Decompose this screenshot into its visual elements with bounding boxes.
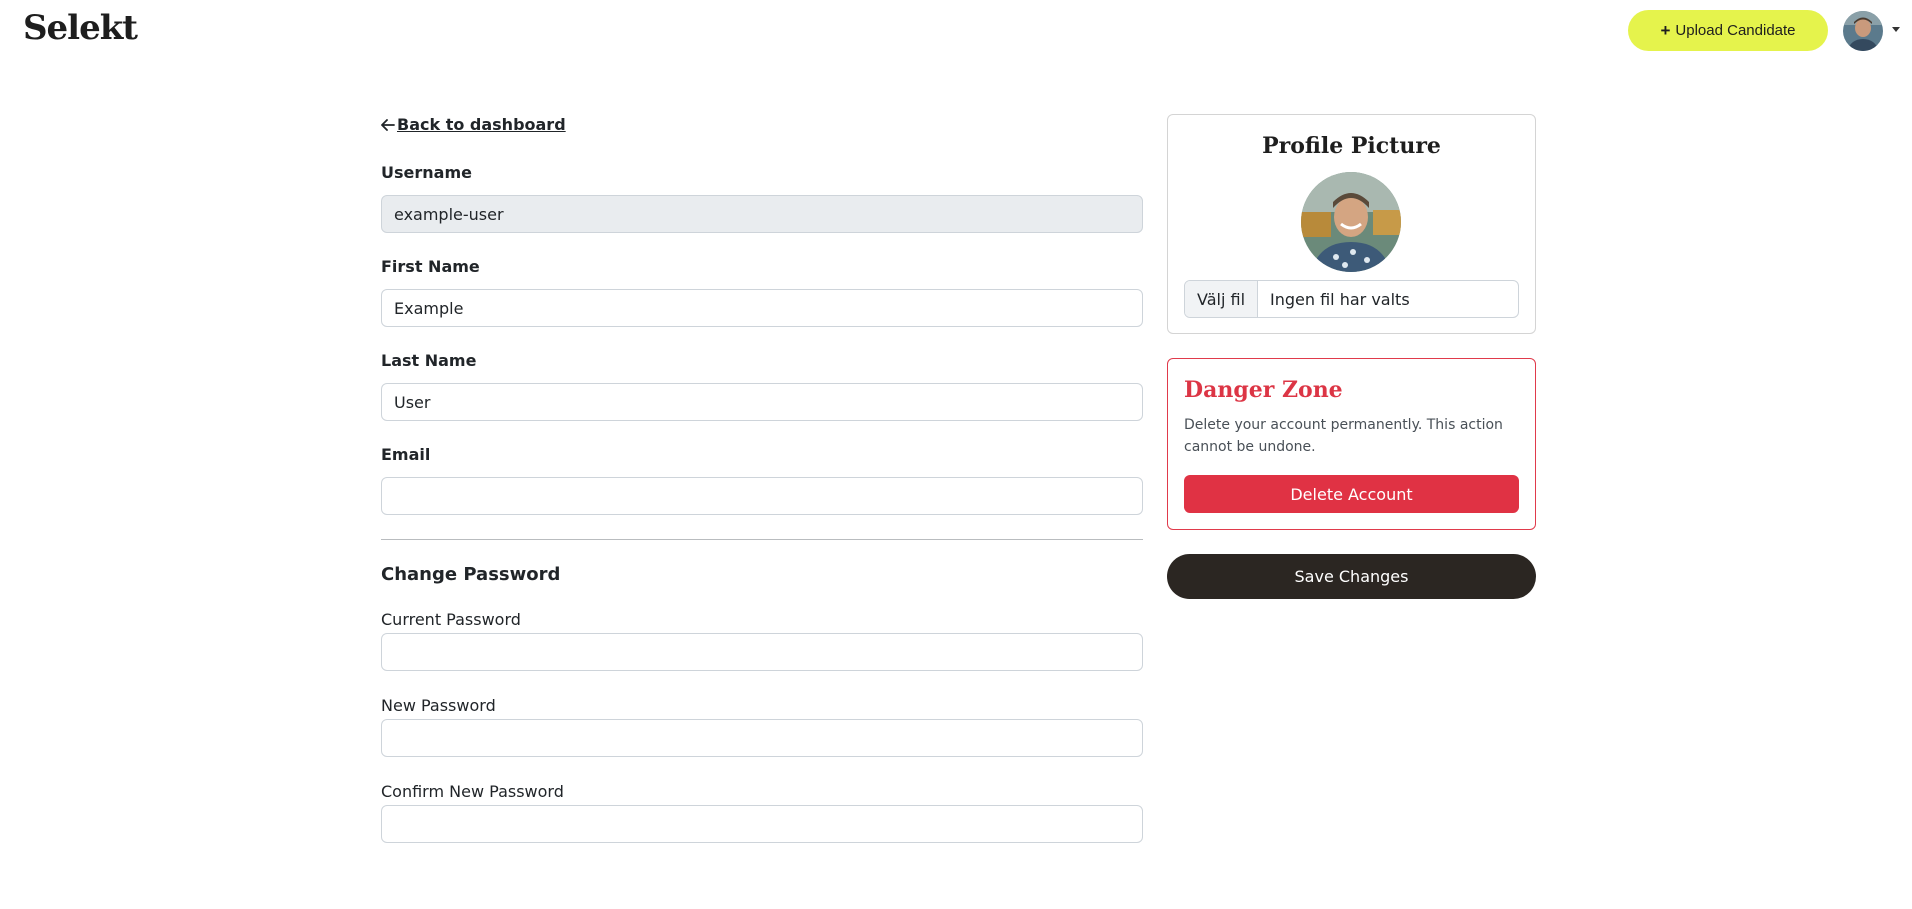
danger-zone-card: Danger Zone Delete your account permanen… (1167, 358, 1536, 530)
user-avatar[interactable] (1843, 11, 1883, 51)
profile-picture-card: Profile Picture Välj fil Ingen fil har v… (1167, 114, 1536, 334)
file-status-text: Ingen fil har valts (1270, 289, 1410, 309)
email-label: Email (381, 445, 431, 464)
danger-zone-title: Danger Zone (1184, 377, 1343, 403)
upload-candidate-button[interactable]: + Upload Candidate (1628, 10, 1828, 51)
first-name-input[interactable] (381, 289, 1143, 327)
choose-file-button[interactable]: Välj fil (1185, 281, 1259, 317)
avatar-photo-icon (1843, 11, 1883, 51)
save-changes-button[interactable]: Save Changes (1167, 554, 1536, 599)
username-input[interactable] (381, 195, 1143, 233)
last-name-label: Last Name (381, 351, 477, 370)
profile-photo-icon (1301, 172, 1401, 272)
email-input[interactable] (381, 477, 1143, 515)
profile-picture (1301, 172, 1401, 272)
back-to-dashboard-link[interactable]: Back to dashboard (381, 115, 566, 134)
arrow-left-icon (381, 118, 395, 131)
profile-picture-title: Profile Picture (1262, 133, 1441, 159)
new-password-label: New Password (381, 696, 496, 715)
confirm-password-input[interactable] (381, 805, 1143, 843)
current-password-input[interactable] (381, 633, 1143, 671)
upload-candidate-label: Upload Candidate (1675, 22, 1796, 39)
danger-zone-description: Delete your account permanently. This ac… (1184, 417, 1503, 455)
confirm-password-label: Confirm New Password (381, 782, 564, 801)
brand-logo[interactable]: Selekt (23, 8, 138, 48)
section-divider (381, 539, 1143, 540)
caret-down-icon[interactable] (1892, 27, 1900, 32)
username-label: Username (381, 163, 472, 182)
new-password-input[interactable] (381, 719, 1143, 757)
profile-picture-file-input[interactable]: Välj fil Ingen fil har valts (1184, 280, 1519, 318)
back-link-label: Back to dashboard (397, 115, 566, 134)
current-password-label: Current Password (381, 610, 521, 629)
plus-icon: + (1660, 21, 1671, 40)
first-name-label: First Name (381, 257, 480, 276)
change-password-heading: Change Password (381, 564, 561, 585)
last-name-input[interactable] (381, 383, 1143, 421)
delete-account-button[interactable]: Delete Account (1184, 475, 1519, 513)
